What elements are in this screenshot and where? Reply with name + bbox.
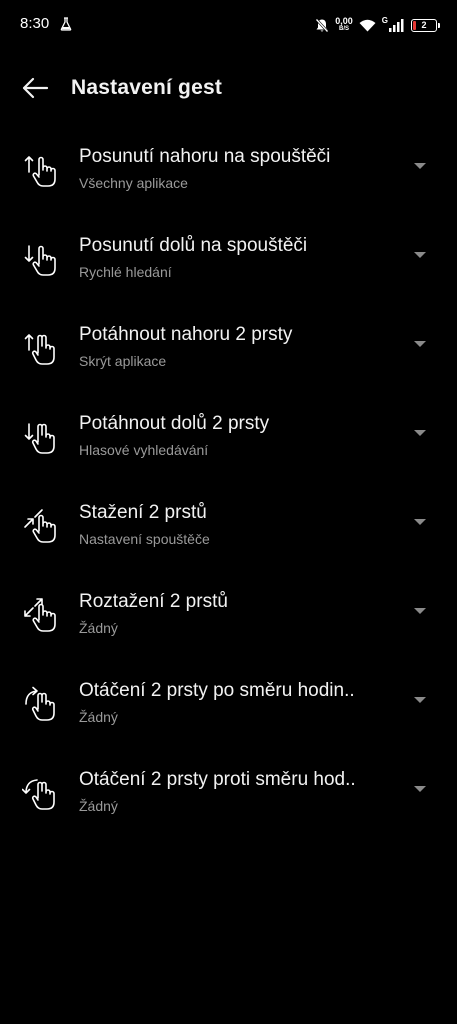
gesture-item-rotate-cw[interactable]: Otáčení 2 prsty po směru hodin.. Žádný	[0, 660, 457, 749]
gesture-item-two-finger-down[interactable]: Potáhnout dolů 2 prsty Hlasové vyhledává…	[0, 393, 457, 482]
gesture-value: Žádný	[79, 709, 118, 725]
rotate-clockwise-icon	[25, 686, 55, 721]
gesture-value: Všechny aplikace	[79, 175, 188, 191]
network-speed: 0,00 B/S	[335, 17, 353, 33]
status-bar: 8:30 0,00 B/S G 2	[0, 0, 457, 52]
caret-down-icon	[414, 519, 426, 525]
gesture-item-swipe-down[interactable]: Posunutí dolů na spouštěči Rychlé hledán…	[0, 215, 457, 304]
pinch-out-icon	[24, 598, 56, 632]
swipe-down-two-finger-icon	[24, 423, 55, 454]
caret-down-icon	[414, 697, 426, 703]
gesture-item-pinch-in[interactable]: Stažení 2 prstů Nastavení spouštěče	[0, 482, 457, 571]
pinch-in-icon	[24, 509, 56, 543]
gesture-item-pinch-out[interactable]: Roztažení 2 prstů Žádný	[0, 571, 457, 660]
gesture-value: Žádný	[79, 620, 118, 636]
gesture-value: Žádný	[79, 798, 118, 814]
bell-off-icon	[315, 17, 330, 33]
gesture-title: Potáhnout nahoru 2 prsty	[79, 324, 293, 345]
gesture-title: Otáčení 2 prsty po směru hodin..	[79, 680, 355, 701]
wifi-icon	[359, 19, 376, 31]
app-bar: Nastavení gest	[0, 60, 457, 116]
network-speed-unit: B/S	[338, 26, 349, 32]
gesture-value: Skrýt aplikace	[79, 353, 167, 369]
signal-icon	[389, 18, 404, 32]
gesture-value: Hlasové vyhledávání	[79, 442, 209, 458]
page-title: Nastavení gest	[71, 76, 223, 99]
swipe-up-one-finger-icon	[24, 156, 56, 187]
gesture-title: Roztažení 2 prstů	[79, 591, 228, 612]
gesture-item-swipe-up[interactable]: Posunutí nahoru na spouštěči Všechny apl…	[0, 126, 457, 215]
network-type: G	[381, 15, 388, 25]
gesture-title: Posunutí dolů na spouštěči	[79, 235, 308, 256]
battery-icon: 2	[411, 18, 440, 32]
battery-fill	[413, 20, 416, 30]
gesture-title: Posunutí nahoru na spouštěči	[79, 146, 331, 167]
caret-down-icon	[414, 163, 426, 169]
gesture-value: Nastavení spouštěče	[79, 531, 210, 547]
status-time: 8:30	[20, 15, 50, 32]
gesture-item-rotate-ccw[interactable]: Otáčení 2 prsty proti směru hod.. Žádný	[0, 749, 457, 838]
arrow-left-icon	[22, 77, 49, 99]
caret-down-icon	[414, 252, 426, 258]
caret-down-icon	[414, 341, 426, 347]
gesture-title: Otáčení 2 prsty proti směru hod..	[79, 769, 356, 790]
swipe-up-two-finger-icon	[24, 334, 55, 365]
gesture-title: Potáhnout dolů 2 prsty	[79, 413, 270, 434]
gesture-value: Rychlé hledání	[79, 264, 172, 280]
gesture-list: Posunutí nahoru na spouštěči Všechny apl…	[0, 126, 457, 838]
back-button[interactable]	[18, 72, 52, 104]
gesture-item-two-finger-up[interactable]: Potáhnout nahoru 2 prsty Skrýt aplikace	[0, 304, 457, 393]
flask-icon	[60, 17, 72, 31]
battery-level: 2	[421, 20, 427, 30]
caret-down-icon	[414, 608, 426, 614]
rotate-counterclockwise-icon	[22, 779, 55, 810]
status-icons: 0,00 B/S G 2	[315, 14, 440, 36]
swipe-down-one-finger-icon	[24, 245, 56, 276]
caret-down-icon	[414, 786, 426, 792]
network-speed-value: 0,00	[335, 16, 353, 26]
gesture-title: Stažení 2 prstů	[79, 502, 207, 523]
caret-down-icon	[414, 430, 426, 436]
